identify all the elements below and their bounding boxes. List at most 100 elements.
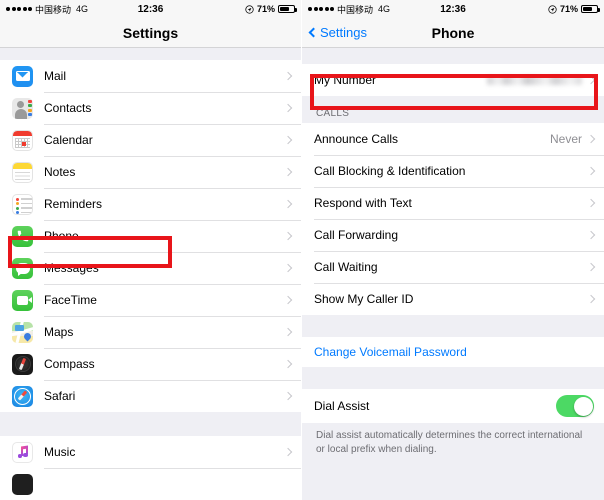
page-title-settings: Settings xyxy=(122,24,179,41)
settings-media-group: Music xyxy=(0,436,301,500)
compass-icon xyxy=(12,353,33,375)
row-label: Call Forwarding xyxy=(314,228,399,242)
chevron-right-icon xyxy=(283,295,293,305)
battery-percent-label: 71% xyxy=(256,4,275,14)
sidebar-item-maps[interactable]: Maps xyxy=(0,316,301,348)
sidebar-item-label: Compass xyxy=(44,357,95,371)
settings-apps-group: Mail Contacts Calendar Notes Reminders P… xyxy=(0,60,301,412)
row-call-blocking[interactable]: Call Blocking & Identification xyxy=(302,155,604,187)
voicemail-group: Change Voicemail Password xyxy=(302,337,604,367)
music-icon xyxy=(12,441,33,463)
sidebar-item-music[interactable]: Music xyxy=(0,436,301,468)
chevron-right-icon xyxy=(283,199,293,209)
sidebar-item-reminders[interactable]: Reminders xyxy=(0,188,301,220)
status-bar-right-group: 71% xyxy=(245,4,297,14)
phone-icon xyxy=(12,225,33,247)
location-arrow-icon xyxy=(548,4,557,14)
notes-icon xyxy=(12,161,33,183)
sidebar-item-label: Music xyxy=(44,445,76,459)
mail-icon xyxy=(12,65,33,87)
my-number-label: My Number xyxy=(314,73,377,87)
sidebar-item-messages[interactable]: Messages xyxy=(0,252,301,284)
sidebar-item-contacts[interactable]: Contacts xyxy=(0,92,301,124)
sidebar-item-calendar[interactable]: Calendar xyxy=(0,124,301,156)
row-label: Announce Calls xyxy=(314,132,399,146)
my-number-value-redacted xyxy=(487,75,582,85)
contacts-icon xyxy=(12,97,33,119)
right-screen-phone: 中国移动 4G 12:36 71% Settings Phone My Numb… xyxy=(302,0,604,500)
messages-icon xyxy=(12,257,33,279)
sidebar-item-label: FaceTime xyxy=(44,293,97,307)
sidebar-item-label: Safari xyxy=(44,389,76,403)
row-announce-calls[interactable]: Announce Calls Never xyxy=(302,123,604,155)
calls-group: Announce Calls Never Call Blocking & Ide… xyxy=(302,123,604,315)
row-label: Respond with Text xyxy=(314,196,412,210)
left-screen-settings: 中国移动 4G 12:36 71% Settings Mail Contacts… xyxy=(0,0,302,500)
row-change-voicemail-password[interactable]: Change Voicemail Password xyxy=(302,337,604,367)
sidebar-item-facetime[interactable]: FaceTime xyxy=(0,284,301,316)
row-call-forwarding[interactable]: Call Forwarding xyxy=(302,219,604,251)
row-label: Call Blocking & Identification xyxy=(314,164,466,178)
row-call-waiting[interactable]: Call Waiting xyxy=(302,251,604,283)
sidebar-item-safari[interactable]: Safari xyxy=(0,380,301,412)
sidebar-item-label: Phone xyxy=(44,229,79,243)
chevron-right-icon xyxy=(283,71,293,81)
chevron-right-icon xyxy=(283,167,293,177)
row-value-announce-calls: Never xyxy=(549,132,582,146)
chevron-right-icon xyxy=(586,134,596,144)
chevron-right-icon xyxy=(586,294,596,304)
reminders-icon xyxy=(12,193,33,215)
chevron-right-icon xyxy=(586,230,596,240)
sidebar-item-partial[interactable] xyxy=(0,468,301,500)
chevron-left-icon xyxy=(308,27,319,38)
chevron-right-icon xyxy=(586,166,596,176)
dial-assist-toggle[interactable] xyxy=(556,395,594,417)
status-bar-right: 中国移动 4G 12:36 71% xyxy=(302,0,604,18)
chevron-right-icon xyxy=(586,198,596,208)
back-button-label: Settings xyxy=(320,25,367,40)
battery-icon xyxy=(278,5,297,13)
sidebar-item-label: Calendar xyxy=(44,133,93,147)
row-show-my-caller-id[interactable]: Show My Caller ID xyxy=(302,283,604,315)
chevron-right-icon xyxy=(283,135,293,145)
section-header-calls: CALLS xyxy=(302,96,604,123)
safari-icon xyxy=(12,385,33,407)
list-gap-music xyxy=(0,412,301,436)
chevron-right-icon xyxy=(586,75,596,85)
row-my-number[interactable]: My Number xyxy=(302,64,604,96)
nav-bar-right: Settings Phone xyxy=(302,18,604,48)
row-dial-assist[interactable]: Dial Assist xyxy=(302,389,604,423)
back-button-settings[interactable]: Settings xyxy=(308,25,367,40)
videos-icon xyxy=(12,473,33,495)
chevron-right-icon xyxy=(283,391,293,401)
nav-bar-left: Settings xyxy=(0,18,301,48)
sidebar-item-phone[interactable]: Phone xyxy=(0,220,301,252)
row-label: Show My Caller ID xyxy=(314,292,414,306)
sidebar-item-label: Notes xyxy=(44,165,76,179)
status-bar-right-group: 71% xyxy=(548,4,600,14)
row-label: Call Waiting xyxy=(314,260,378,274)
list-gap-top xyxy=(302,48,604,64)
battery-percent-label: 71% xyxy=(559,4,578,14)
chevron-right-icon xyxy=(283,359,293,369)
sidebar-item-compass[interactable]: Compass xyxy=(0,348,301,380)
chevron-right-icon xyxy=(283,263,293,273)
sidebar-item-label: Reminders xyxy=(44,197,103,211)
list-gap-top xyxy=(0,48,301,60)
row-respond-with-text[interactable]: Respond with Text xyxy=(302,187,604,219)
sidebar-item-label: Messages xyxy=(44,261,99,275)
sidebar-item-notes[interactable]: Notes xyxy=(0,156,301,188)
battery-icon xyxy=(581,5,600,13)
chevron-right-icon xyxy=(283,327,293,337)
dual-screenshot-container: 中国移动 4G 12:36 71% Settings Mail Contacts… xyxy=(0,0,604,500)
sidebar-item-mail[interactable]: Mail xyxy=(0,60,301,92)
dial-assist-group: Dial Assist xyxy=(302,389,604,423)
status-bar-left: 中国移动 4G 12:36 71% xyxy=(0,0,301,18)
my-number-group: My Number xyxy=(302,64,604,96)
sidebar-item-label: Mail xyxy=(44,69,67,83)
chevron-right-icon xyxy=(283,103,293,113)
chevron-right-icon xyxy=(586,262,596,272)
chevron-right-icon xyxy=(283,447,293,457)
calendar-icon xyxy=(12,129,33,151)
sidebar-item-label: Maps xyxy=(44,325,74,339)
